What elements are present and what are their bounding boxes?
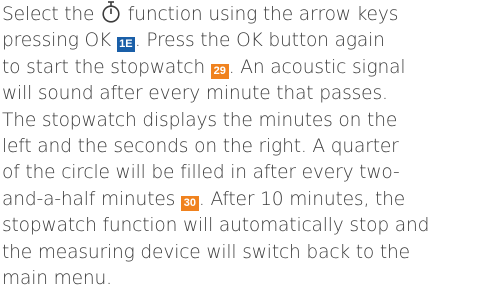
text-segment: Select the (2, 4, 101, 25)
text-segment: to start the stopwatch (2, 56, 211, 78)
text-segment: . An acoustic signal (228, 56, 406, 78)
text-line-7: of the circle will be filled in after ev… (2, 162, 400, 184)
text-line-3: to start the stopwatch 29. An acoustic s… (2, 55, 496, 81)
reference-badge-start: 29 (210, 63, 229, 79)
text-line-5: The stopwatch displays the minutes on th… (2, 109, 398, 131)
reference-badge-ok: 1E (116, 37, 135, 53)
text-line-9: stopwatch function will automatically st… (2, 215, 430, 237)
text-segment: pressing OK (2, 30, 117, 52)
text-line-1: Select the function using the arrow keys (2, 1, 496, 28)
text-line-10: the measuring device will switch back to… (2, 241, 410, 263)
text-line-8: and-a-half minutes 30. After 10 minutes,… (2, 187, 496, 213)
text-segment: . Press the OK button again (134, 30, 385, 52)
text-line-2: pressing OK 1E. Press the OK button agai… (2, 28, 496, 54)
instruction-paragraph: Select the function using the arrow keys… (2, 1, 496, 292)
text-segment: function using the arrow keys (122, 4, 399, 25)
text-segment: and-a-half minutes (2, 188, 181, 210)
text-line-6: left and the seconds on the right. A qua… (2, 136, 399, 158)
text-segment: . After 10 minutes, the (198, 188, 406, 210)
stopwatch-icon (101, 1, 121, 23)
text-line-4: will sound after every minute that passe… (2, 83, 388, 105)
reference-badge-quarter: 30 (180, 195, 199, 211)
text-line-11: main menu. (2, 268, 112, 290)
